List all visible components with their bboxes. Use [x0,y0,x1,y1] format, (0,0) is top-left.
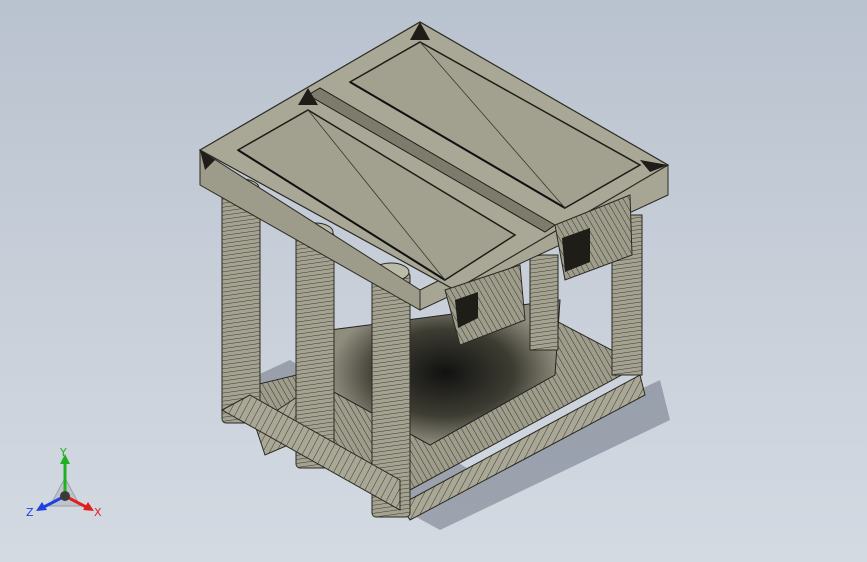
triad-graphic: Y X Z [26,446,102,519]
3d-model-view[interactable] [0,0,867,562]
z-axis-label: Z [26,506,34,519]
x-axis-label: X [94,506,102,519]
graphics-viewport[interactable]: Y X Z [0,0,867,562]
y-axis-label: Y [59,448,67,459]
orientation-triad[interactable]: Y X Z [20,446,110,528]
